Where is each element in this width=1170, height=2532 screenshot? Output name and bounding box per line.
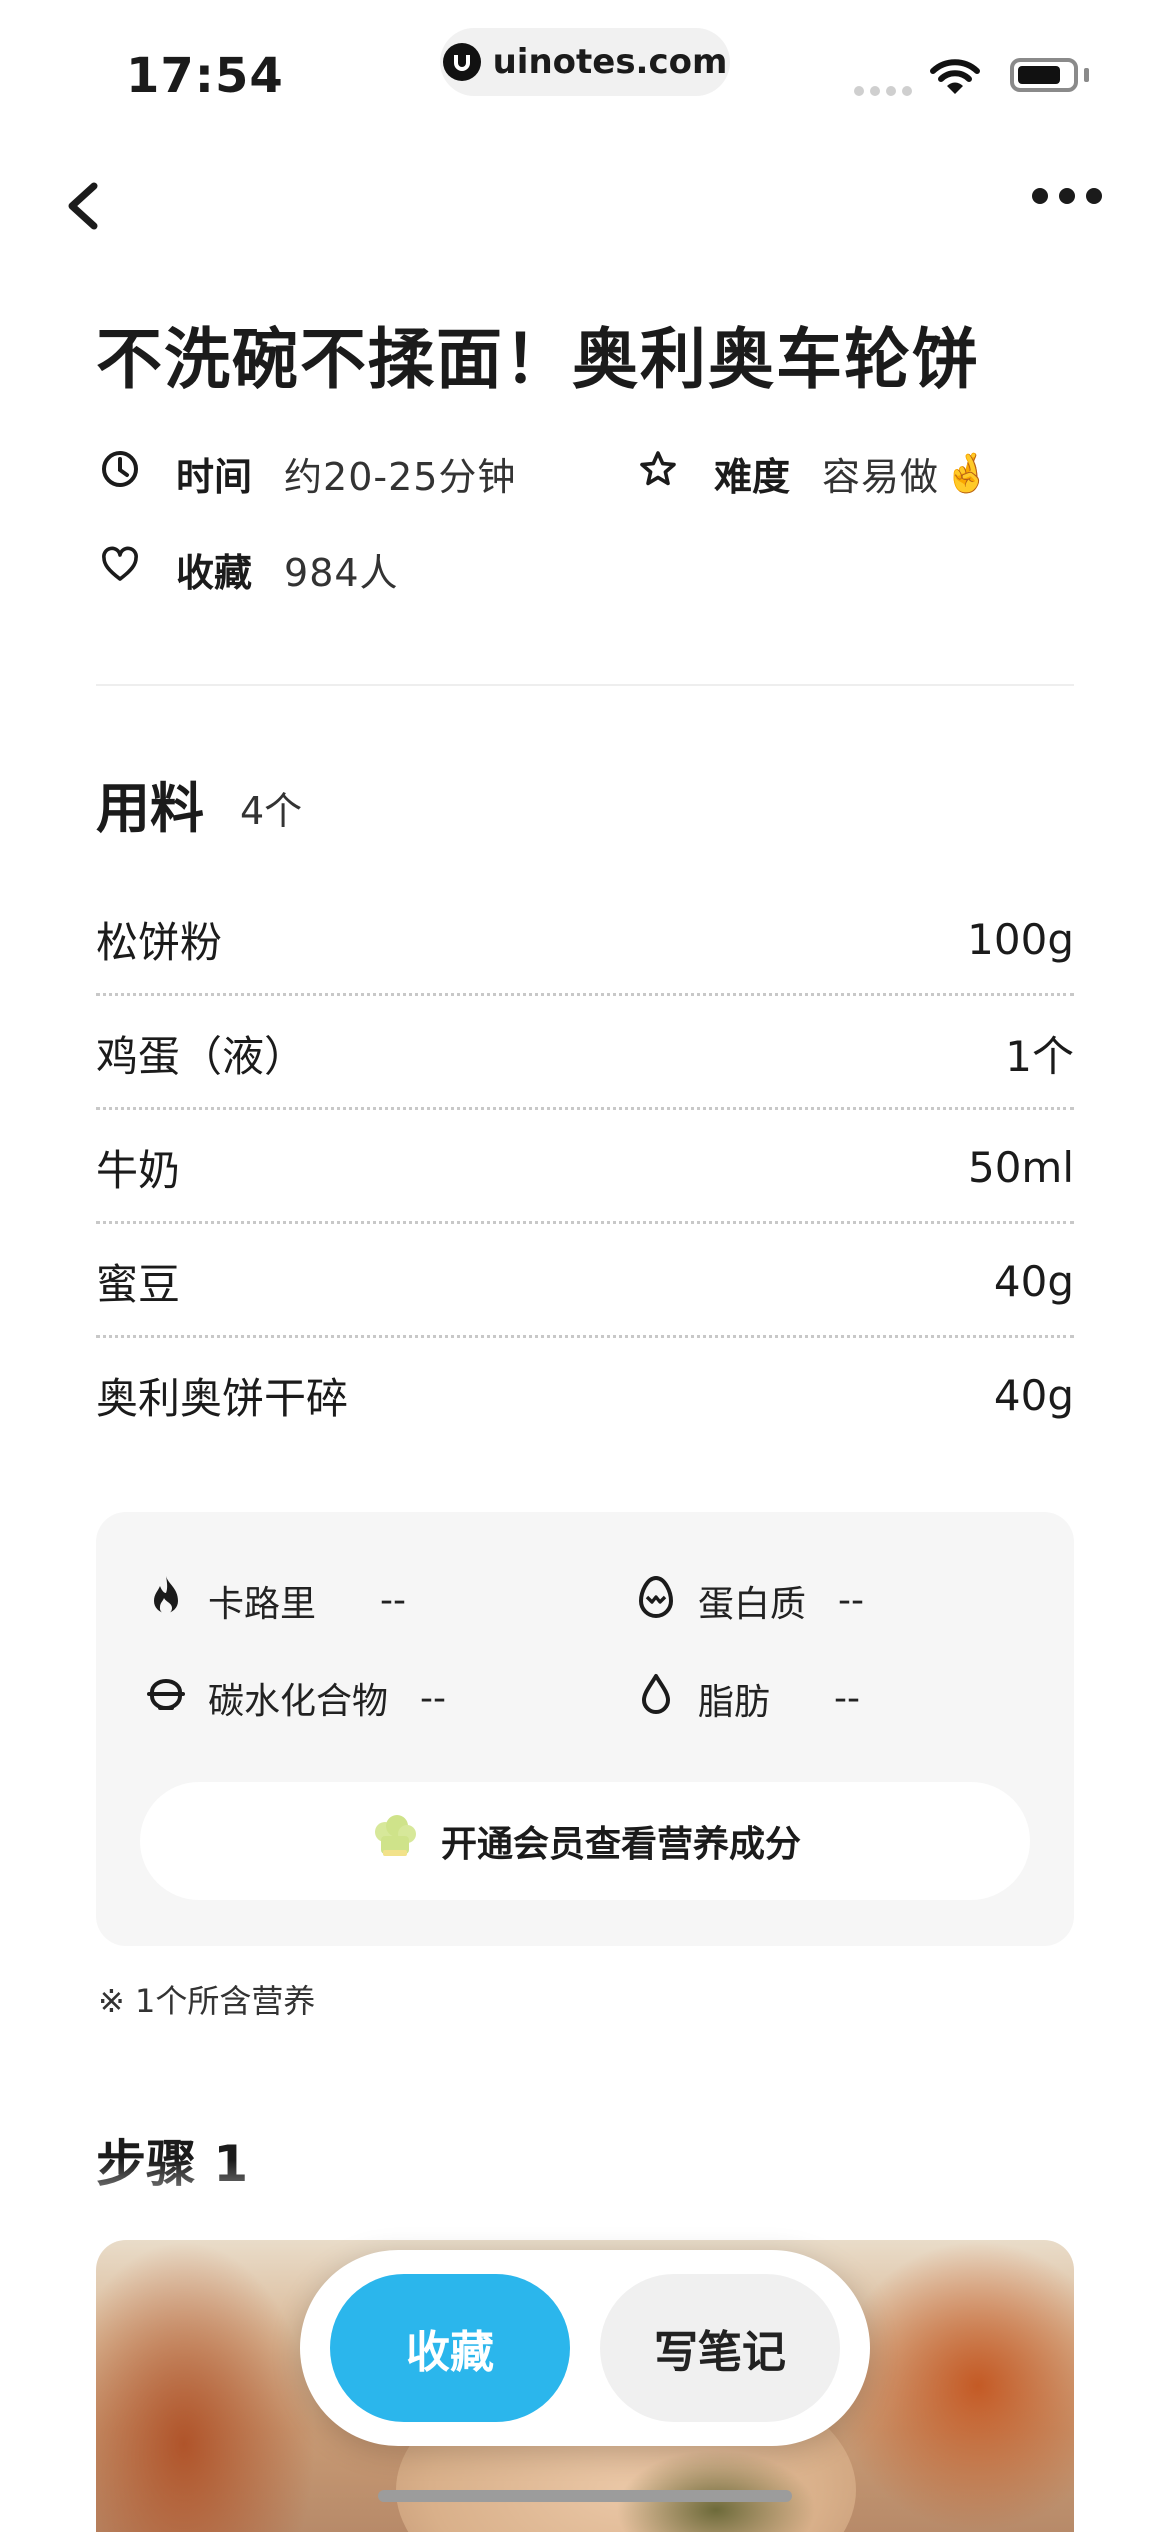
chef-hat-icon — [369, 1814, 421, 1869]
fat-item: 脂肪 -- — [636, 1672, 860, 1725]
ingredient-name: 牛奶 — [96, 1145, 181, 1195]
divider — [96, 684, 1074, 686]
time-meta: 时间 约20-25分钟 — [100, 446, 516, 501]
wifi-icon — [930, 58, 980, 100]
vip-nutrition-button[interactable]: 开通会员查看营养成分 — [140, 1782, 1030, 1900]
rice-bowl-icon — [146, 1674, 186, 1723]
clock-icon — [100, 449, 140, 498]
back-button[interactable] — [58, 176, 118, 236]
favorites-meta: 收藏 984人 — [100, 542, 399, 597]
recipe-title: 不洗碗不揉面！奥利奥车轮饼 — [96, 321, 980, 398]
calories-label: 卡路里 — [208, 1583, 317, 1625]
ingredient-row: 鸡蛋（液） 1个 — [96, 996, 1074, 1110]
carbs-value: -- — [420, 1677, 446, 1719]
fade-overlay — [0, 2160, 1170, 2240]
flame-icon — [146, 1574, 186, 1627]
difficulty-label: 难度 — [714, 455, 791, 499]
carbs-label: 碳水化合物 — [208, 1681, 389, 1722]
difficulty-value: 容易做 — [822, 455, 940, 499]
ingredient-name: 松饼粉 — [96, 917, 223, 967]
nutrition-footnote: ※ 1个所含营养 — [98, 1982, 316, 2020]
favorite-button[interactable]: 收藏 — [330, 2274, 570, 2422]
home-indicator[interactable] — [378, 2490, 792, 2502]
write-note-button[interactable]: 写笔记 — [600, 2274, 840, 2422]
battery-tip — [1084, 68, 1089, 82]
calories-value: -- — [380, 1580, 406, 1621]
crossed-fingers-emoji: 🤞 — [943, 451, 991, 495]
ingredient-row: 蜜豆 40g — [96, 1224, 1074, 1338]
protein-label: 蛋白质 — [698, 1583, 807, 1625]
battery-icon — [1010, 58, 1078, 92]
fat-label: 脂肪 — [698, 1681, 771, 1723]
ingredient-name: 奥利奥饼干碎 — [96, 1373, 349, 1423]
ingredients-title: 用料 — [96, 777, 204, 840]
favorites-label: 收藏 — [176, 551, 253, 595]
ingredient-amount: 100g — [967, 914, 1074, 964]
status-time: 17:54 — [126, 48, 284, 104]
site-logo-icon — [442, 43, 481, 81]
calories-item: 卡路里 -- — [146, 1574, 406, 1627]
carbs-item: 碳水化合物 -- — [146, 1672, 446, 1724]
favorites-value: 984人 — [284, 551, 399, 595]
ingredient-row: 松饼粉 100g — [96, 882, 1074, 996]
time-value: 约20-25分钟 — [284, 455, 517, 499]
heart-icon — [100, 545, 140, 594]
protein-item: 蛋白质 -- — [636, 1574, 864, 1627]
ingredient-name: 蜜豆 — [96, 1259, 181, 1309]
star-icon — [638, 449, 678, 498]
url-text: uinotes.com — [492, 42, 728, 82]
ingredient-row: 奥利奥饼干碎 40g — [96, 1338, 1074, 1452]
time-label: 时间 — [176, 455, 253, 499]
protein-value: -- — [838, 1580, 864, 1621]
ingredient-amount: 40g — [993, 1256, 1074, 1306]
ingredient-name: 鸡蛋（液） — [96, 1031, 307, 1081]
vip-button-label: 开通会员查看营养成分 — [440, 1824, 801, 1865]
droplet-icon — [636, 1672, 676, 1725]
ingredients-count: 4个 — [240, 789, 303, 833]
more-options-button[interactable] — [1032, 188, 1102, 204]
fat-value: -- — [834, 1678, 860, 1719]
ingredient-amount: 40g — [993, 1370, 1074, 1420]
ingredient-row: 牛奶 50ml — [96, 1110, 1074, 1224]
cellular-signal-icon — [854, 86, 912, 96]
difficulty-meta: 难度 容易做 🤞 — [638, 446, 990, 501]
url-pill[interactable]: uinotes.com — [440, 28, 730, 96]
ingredient-amount: 1个 — [1005, 1031, 1074, 1081]
egg-icon — [636, 1574, 676, 1627]
ingredient-amount: 50ml — [967, 1142, 1074, 1192]
